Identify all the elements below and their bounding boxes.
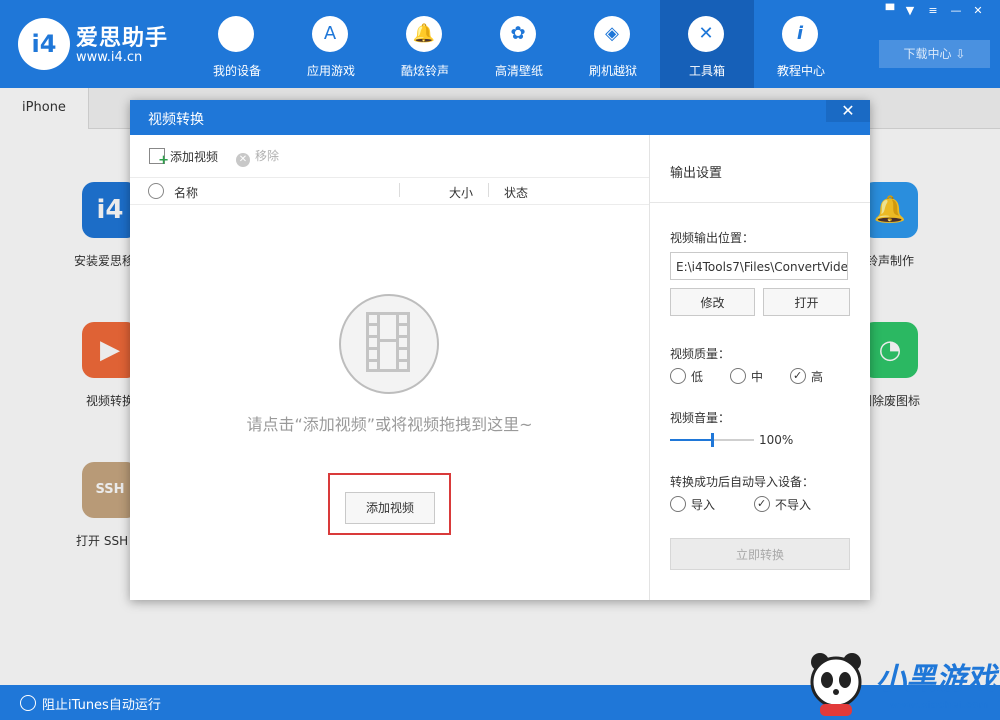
download-center-button[interactable]: 下载中心 ⇩ [879, 40, 990, 68]
radio-icon[interactable] [20, 695, 36, 711]
download-center-label: 下载中心 [903, 47, 952, 61]
radio-icon [670, 496, 686, 512]
radio-label: 不导入 [775, 498, 812, 512]
auto-import-label: 转换成功后自动导入设备： [670, 475, 815, 489]
top-bar: i4 爱思助手 www.i4.cn 我的设备 A 应用游戏 🔔 酷炫铃声 ✿ 高… [0, 0, 1000, 88]
close-icon[interactable]: ✕ [826, 100, 870, 122]
radio-checked-icon [754, 496, 770, 512]
menu-icon[interactable]: ≡ [925, 4, 941, 17]
nav-ringtones[interactable]: 🔔 酷炫铃声 [378, 0, 472, 88]
nav-label: 教程中心 [776, 64, 825, 78]
film-placeholder-icon [339, 294, 439, 394]
watermark-text: 小黑游戏 [876, 662, 996, 697]
column-size: 大小 [449, 186, 474, 200]
output-settings-title: 输出设置 [670, 166, 723, 181]
quality-medium-radio[interactable]: 中 [730, 368, 763, 385]
video-convert-dialog: 视频转换 ✕ 添加视频 ✕ 移除 名称 大小 状态 [130, 100, 870, 600]
nav-wallpapers[interactable]: ✿ 高清壁纸 [472, 0, 566, 88]
i4-logo-icon: i4 [18, 18, 70, 70]
column-divider [399, 183, 400, 197]
app-url: www.i4.cn [76, 50, 143, 65]
empty-hint-text: 请点击“添加视频”或将视频拖拽到这里~ [246, 415, 533, 434]
volume-label: 视频音量： [670, 411, 731, 425]
radio-checked-icon [790, 368, 806, 384]
radio-label: 高 [811, 370, 824, 384]
divider [650, 202, 870, 203]
table-header: 名称 大小 状态 [130, 177, 649, 205]
skin-icon[interactable]: ▼ [902, 4, 918, 17]
radio-label: 导入 [691, 498, 716, 512]
nav-label: 应用游戏 [306, 64, 355, 78]
radio-icon [730, 368, 746, 384]
nav-my-device[interactable]: 我的设备 [190, 0, 284, 88]
watermark-url: www.xiaohei.com [890, 700, 989, 711]
dialog-header: 视频转换 ✕ [130, 100, 870, 135]
dropbox-icon: ◈ [594, 16, 630, 52]
quality-low-radio[interactable]: 低 [670, 368, 703, 385]
add-video-label: 添加视频 [170, 150, 219, 164]
convert-now-button[interactable]: 立即转换 [670, 538, 850, 570]
open-button[interactable]: 打开 [763, 288, 850, 316]
download-icon: ⇩ [955, 47, 966, 61]
nav-label: 高清壁纸 [494, 64, 543, 78]
minimize-icon[interactable]: — [948, 4, 964, 17]
output-location-label: 视频输出位置： [670, 231, 755, 245]
nav-tutorials[interactable]: i 教程中心 [754, 0, 848, 88]
dialog-title: 视频转换 [148, 112, 204, 128]
close-window-icon[interactable]: ✕ [970, 4, 986, 17]
column-divider [488, 183, 489, 197]
block-itunes-autorun-option[interactable]: 阻止iTunes自动运行 [42, 694, 161, 713]
apple-icon [218, 16, 254, 52]
app-store-icon: A [312, 16, 348, 52]
volume-slider-fill [670, 439, 712, 441]
remove-button[interactable]: ✕ 移除 [236, 148, 279, 167]
message-icon[interactable]: ▀ [882, 4, 898, 17]
select-all-radio[interactable] [148, 183, 164, 199]
video-list-panel: 添加视频 ✕ 移除 名称 大小 状态 [130, 135, 650, 600]
remove-icon: ✕ [236, 153, 250, 167]
add-video-button[interactable]: 添加视频 [345, 492, 435, 524]
nav-flash-jailbreak[interactable]: ◈ 刷机越狱 [566, 0, 660, 88]
radio-icon [670, 368, 686, 384]
volume-slider-thumb[interactable] [711, 433, 714, 447]
column-name: 名称 [174, 186, 199, 200]
output-settings-panel: 输出设置 视频输出位置： E:\i4Tools7\Files\ConvertVi… [650, 135, 870, 600]
radio-label: 低 [691, 370, 704, 384]
info-icon: i [782, 16, 818, 52]
nav-label: 酷炫铃声 [400, 64, 449, 78]
bell-icon: 🔔 [406, 16, 442, 52]
nav-label: 工具箱 [688, 64, 725, 78]
nav-label: 我的设备 [212, 64, 261, 78]
volume-slider[interactable] [670, 433, 754, 447]
tools-icon: ✕ [688, 16, 724, 52]
watermark: 小黑游戏 www.xiaohei.com [806, 648, 996, 718]
output-path-field[interactable]: E:\i4Tools7\Files\ConvertVideo [670, 252, 848, 280]
panda-logo-icon [810, 653, 862, 716]
no-import-radio[interactable]: 不导入 [754, 496, 811, 513]
remove-label: 移除 [255, 149, 280, 163]
nav-label: 刷机越狱 [588, 64, 637, 78]
add-file-icon [149, 148, 169, 169]
modify-button[interactable]: 修改 [670, 288, 755, 316]
column-status: 状态 [504, 186, 529, 200]
radio-label: 中 [751, 370, 764, 384]
quality-label: 视频质量： [670, 347, 731, 361]
app-name: 爱思助手 [76, 26, 169, 51]
add-video-toolbar-button[interactable]: 添加视频 [149, 148, 219, 169]
nav-toolbox[interactable]: ✕ 工具箱 [660, 0, 754, 88]
import-radio[interactable]: 导入 [670, 496, 715, 513]
quality-high-radio[interactable]: 高 [790, 368, 823, 385]
flower-icon: ✿ [500, 16, 536, 52]
volume-value: 100% [759, 433, 794, 447]
nav-apps-games[interactable]: A 应用游戏 [284, 0, 378, 88]
